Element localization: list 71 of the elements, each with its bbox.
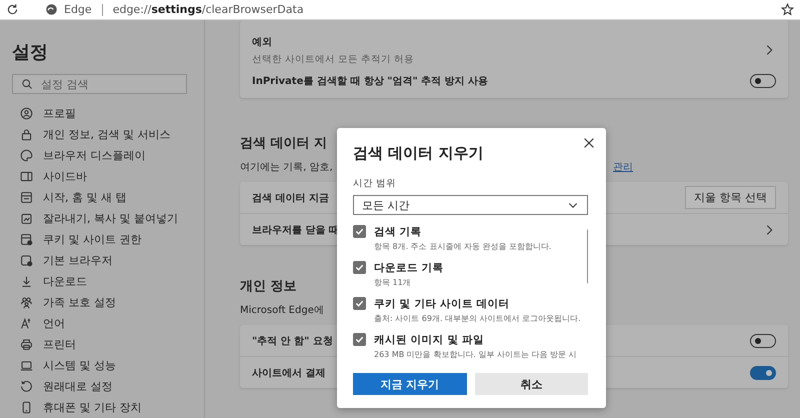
clear-now-button[interactable]: 지금 지우기 [353,373,466,395]
option-description: 항목 8개. 주소 표시줄에 자동 완성을 포함합니다. [374,241,552,252]
checkbox[interactable] [353,261,366,274]
sidebar-item[interactable]: 휴대폰 및 기타 장치 [12,397,204,418]
checkbox[interactable] [353,297,366,310]
close-icon [582,136,596,150]
toggle-switch[interactable] [750,366,776,380]
search-field[interactable]: 설정 검색 [12,74,187,94]
reset-icon [20,380,33,393]
sidebar-item[interactable]: 프린터 [12,334,204,355]
option-title: 검색 기록 [374,225,423,239]
sidebar-item[interactable]: 다운로드 [12,271,204,292]
lock-icon [20,128,33,141]
search-icon [21,78,33,90]
section-heading: 검색 데이터 지 [240,135,328,152]
checkbox[interactable] [353,333,366,346]
sidebar-item[interactable]: 브라우저 디스플레이 [12,145,204,166]
cookie-icon [20,233,33,246]
option-description: 항목 11개 [374,277,412,288]
setting-description: 선택한 사이트에서 모든 추적기 허용 [252,52,414,66]
setting-title: 사이트에서 결제 [252,366,326,380]
checkbox[interactable] [353,225,366,238]
option-description: 출처: 사이트 69개. 대부분의 사이트에서 로그아웃됩니다. [374,313,581,324]
settings-title: 설정 [12,41,49,64]
sidebar-item[interactable]: 사이드바 [12,166,204,187]
setting-title: InPrivate를 검색할 때 항상 "엄격" 추적 방지 사용 [252,75,488,88]
option-title: 캐시된 이미지 및 파일 [374,333,485,347]
field-label: 시간 범위 [353,177,398,190]
time-range-dropdown[interactable]: 모든 시간 [353,195,588,215]
sidebar-item[interactable]: 잘라내기, 복사 및 붙여넣기 [12,208,204,229]
palette-icon [20,149,33,162]
browser-icon [20,254,33,267]
sidebar-item[interactable]: 기본 브라우저 [12,250,204,271]
dialog-title: 검색 데이터 지우기 [353,144,484,163]
option-description: 263 MB 미만을 확보합니다. 일부 사이트는 다음 방문 시 [374,349,577,360]
printer-icon [20,338,33,351]
manage-link[interactable]: 관리 [613,160,633,174]
language-icon [20,317,33,330]
laptop-icon [20,359,33,372]
star-icon [781,3,794,16]
sidebar-item[interactable]: 프로필 [12,103,204,124]
toggle-switch[interactable] [750,74,776,88]
address-bar-url[interactable]: edge://settings/clearBrowserData [112,3,304,16]
section-description: 여기에는 기록, 암호, [240,161,333,174]
toggle-switch[interactable] [750,334,776,348]
setting-title: 예외 [252,36,272,48]
sidebar-item[interactable]: 원래대로 설정 [12,376,204,397]
clipboard-icon [20,212,33,225]
phone-icon [20,401,33,414]
refresh-icon [6,3,19,16]
option-title: 쿠키 및 기타 사이트 데이터 [374,297,511,311]
window-icon [20,191,33,204]
sidebar-item[interactable]: 시스템 및 성능 [12,355,204,376]
sidebar-item[interactable]: 언어 [12,313,204,334]
choose-items-button[interactable]: 지울 항목 선택 [685,186,776,209]
sidebar-item[interactable]: 쿠키 및 사이트 권한 [12,229,204,250]
sidebar-item[interactable]: 가족 보호 설정 [12,292,204,313]
family-icon [20,296,33,309]
section-description: Microsoft Edge에 [240,304,324,317]
setting-title: "추적 안 함" 요청 [252,334,333,348]
setting-title: 검색 데이터 지금 [252,192,329,204]
close-button[interactable] [582,136,596,150]
site-label: Edge [64,3,92,16]
option-title: 다운로드 기록 [374,261,444,275]
profile-icon [20,107,33,120]
sidebar-icon [20,170,33,183]
download-icon [20,275,33,288]
cancel-button[interactable]: 취소 [474,373,588,395]
sidebar-item[interactable]: 시작, 홈 및 새 탭 [12,187,204,208]
sidebar-item[interactable]: 개인 정보, 검색 및 서비스 [12,124,204,145]
section-heading: 개인 정보 [240,278,297,295]
